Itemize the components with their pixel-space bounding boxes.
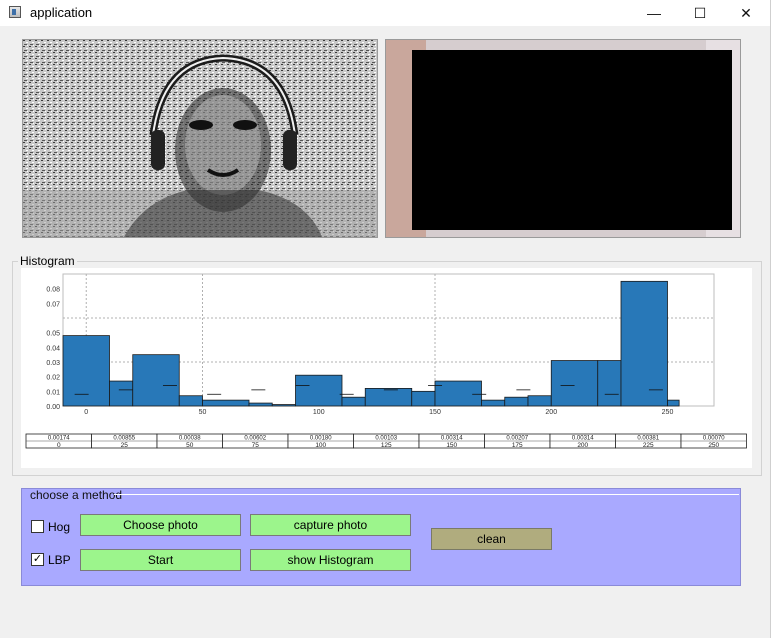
table-label: 175 bbox=[512, 442, 523, 449]
histogram-bar bbox=[271, 404, 296, 407]
table-value: 0.00381 bbox=[637, 436, 659, 442]
y-tick-label: 0.00 bbox=[46, 404, 60, 411]
choose-photo-button[interactable]: Choose photo bbox=[80, 514, 241, 536]
table-label: 250 bbox=[708, 442, 719, 449]
camera-feed-art bbox=[386, 40, 740, 237]
y-tick-label: 0.05 bbox=[46, 331, 60, 338]
histogram-bar bbox=[62, 335, 110, 407]
histogram-bar bbox=[434, 380, 482, 407]
histogram-bar bbox=[411, 390, 436, 407]
table-value: 0.00855 bbox=[113, 436, 135, 442]
x-tick-label: 250 bbox=[662, 409, 674, 416]
table-label: 100 bbox=[315, 442, 326, 449]
table-label: 75 bbox=[252, 442, 260, 449]
table-label: 50 bbox=[186, 442, 194, 449]
table-value: 0.00602 bbox=[244, 436, 266, 442]
hog-label: Hog bbox=[48, 520, 71, 534]
app-icon bbox=[9, 6, 21, 18]
window-footer bbox=[0, 600, 770, 638]
histogram-bar bbox=[202, 399, 250, 407]
x-tick-label: 100 bbox=[313, 409, 325, 416]
method-group: choose a method bbox=[21, 488, 741, 586]
histogram-bar bbox=[620, 280, 668, 407]
title-bar: application — ☐ ✕ bbox=[0, 0, 770, 26]
table-label: 150 bbox=[446, 442, 457, 449]
hog-checkbox[interactable] bbox=[31, 520, 44, 533]
clean-button[interactable]: clean bbox=[431, 528, 552, 550]
y-tick-label: 0.02 bbox=[46, 375, 60, 382]
x-tick-label: 150 bbox=[429, 409, 441, 416]
lbp-face-image-art bbox=[23, 40, 377, 237]
x-tick-label: 200 bbox=[545, 409, 557, 416]
table-label: 200 bbox=[577, 442, 588, 449]
close-button[interactable]: ✕ bbox=[723, 0, 769, 26]
table-value: 0.00103 bbox=[375, 436, 397, 442]
histogram-bar bbox=[597, 360, 622, 407]
histogram-bar bbox=[132, 354, 180, 407]
table-value: 0.00174 bbox=[48, 436, 70, 442]
window-edge bbox=[770, 0, 777, 638]
table-value: 0.00070 bbox=[703, 436, 725, 442]
show-histogram-button[interactable]: show Histogram bbox=[250, 549, 411, 571]
x-tick-label: 0 bbox=[84, 409, 88, 416]
histogram-bar bbox=[341, 396, 366, 407]
histogram-svg: 0.00 0.01 0.02 0.03 0.04 0.05 0.07 0.08 0 50 100 15… bbox=[25, 273, 747, 449]
histogram-bar bbox=[364, 388, 413, 407]
minimize-button[interactable]: — bbox=[631, 0, 677, 26]
table-value: 0.00180 bbox=[310, 436, 332, 442]
table-value: 0.00038 bbox=[179, 436, 201, 442]
table-value: 0.00314 bbox=[572, 436, 594, 442]
camera-feed-image bbox=[385, 39, 741, 238]
table-value: 0.00314 bbox=[441, 436, 463, 442]
y-tick-label: 0.04 bbox=[46, 345, 60, 352]
table-label: 225 bbox=[643, 442, 654, 449]
histogram-bar bbox=[667, 399, 680, 407]
window-title: application bbox=[30, 5, 93, 20]
histogram-group-title: Histogram bbox=[18, 254, 77, 268]
y-tick-label: 0.03 bbox=[46, 360, 60, 367]
lbp-checkbox[interactable]: ✓ bbox=[31, 553, 44, 566]
maximize-button[interactable]: ☐ bbox=[677, 0, 723, 26]
histogram-bar bbox=[550, 360, 599, 407]
method-group-title: choose a method bbox=[30, 488, 123, 502]
check-icon: ✓ bbox=[32, 553, 43, 565]
histogram-bar bbox=[504, 396, 529, 407]
histogram-chart: 0.00 0.01 0.02 0.03 0.04 0.05 0.07 0.08 0 50 100 15… bbox=[21, 268, 752, 468]
histogram-bar bbox=[527, 395, 552, 407]
capture-photo-button[interactable]: capture photo bbox=[250, 514, 411, 536]
histogram-bar bbox=[248, 402, 273, 407]
y-tick-label: 0.07 bbox=[46, 301, 60, 308]
start-button[interactable]: Start bbox=[80, 549, 241, 571]
lbp-label: LBP bbox=[48, 553, 71, 567]
y-tick-label: 0.01 bbox=[46, 389, 60, 396]
table-label: 125 bbox=[381, 442, 392, 449]
lbp-face-image bbox=[22, 39, 378, 238]
histogram-bar bbox=[109, 380, 134, 407]
y-tick-label: 0.08 bbox=[46, 287, 60, 294]
method-group-divider bbox=[114, 494, 739, 495]
x-tick-label: 50 bbox=[199, 409, 207, 416]
histogram-bar bbox=[295, 374, 343, 407]
table-value: 0.00207 bbox=[506, 436, 528, 442]
histogram-bar bbox=[178, 395, 203, 407]
histogram-bar bbox=[481, 399, 506, 407]
table-label: 0 bbox=[57, 442, 61, 449]
table-label: 25 bbox=[121, 442, 129, 449]
